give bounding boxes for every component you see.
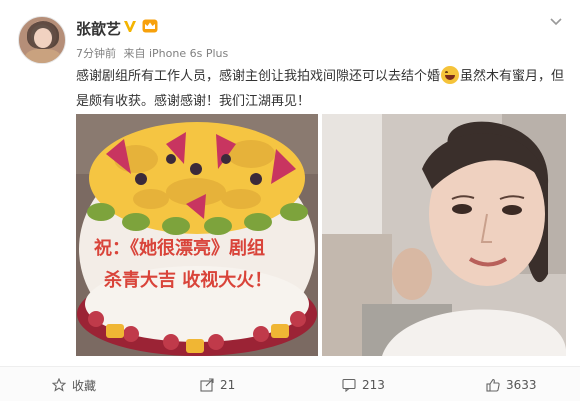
share-count: 21	[220, 378, 236, 392]
like-count: 3633	[506, 378, 537, 392]
avatar[interactable]	[18, 16, 66, 64]
share-button[interactable]: 21	[200, 377, 235, 393]
action-bar: 收藏 21 213 3633	[0, 366, 580, 401]
cake-text-line2: 杀青大吉 收视大火！	[104, 269, 272, 291]
post-meta: 7分钟前 来自 iPhone 6s Plus	[76, 45, 232, 61]
weibo-post-card: 张歆艺 7分钟前 来自 iPhone 6s Plus 感谢剧组所有工作人员，感谢…	[0, 0, 580, 401]
cake-photo[interactable]: 祝：《她很漂亮》剧组 杀青大吉 收视大火！	[76, 114, 318, 356]
portrait-photo[interactable]	[322, 114, 566, 356]
member-crown-icon[interactable]	[142, 19, 158, 33]
comment-icon	[342, 378, 356, 392]
portrait-illustration	[322, 114, 566, 356]
cake-illustration: 祝：《她很漂亮》剧组 杀青大吉 收视大火！	[76, 114, 318, 356]
laugh-emoji-icon	[441, 66, 460, 84]
cake-text-line1: 祝：《她很漂亮》剧组	[94, 237, 265, 259]
chevron-down-icon[interactable]	[548, 14, 564, 30]
post-time[interactable]: 7分钟前	[76, 47, 116, 60]
comment-count: 213	[362, 378, 385, 392]
username-link[interactable]: 张歆艺	[76, 18, 121, 39]
post-text-part1: 感谢剧组所有工作人员，感谢主创让我拍戏间隙还可以去结个婚	[76, 69, 441, 84]
favorite-label: 收藏	[72, 378, 97, 393]
comment-button[interactable]: 213	[342, 377, 385, 393]
favorite-button[interactable]: 收藏	[52, 377, 96, 393]
share-icon	[200, 378, 214, 392]
star-icon	[52, 378, 66, 392]
verified-v-icon	[124, 21, 136, 32]
thumbs-up-icon	[486, 378, 500, 392]
like-button[interactable]: 3633	[486, 377, 537, 393]
post-source[interactable]: 来自 iPhone 6s Plus	[124, 47, 229, 60]
post-text: 感谢剧组所有工作人员，感谢主创让我拍戏间隙还可以去结个婚 虽然木有蜜月，但是颇有收…	[76, 64, 566, 114]
